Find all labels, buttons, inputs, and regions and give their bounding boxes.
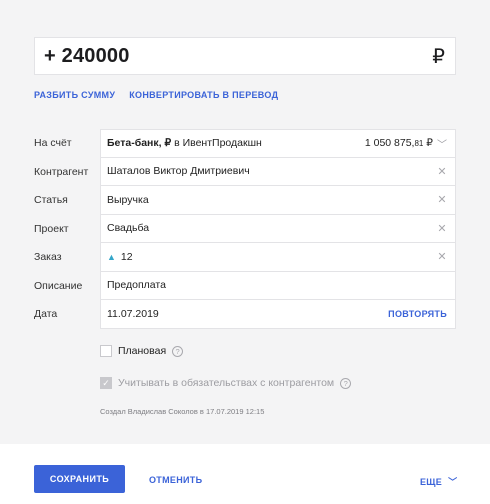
counterparty-field[interactable]: Шаталов Виктор Дмитриевич ✕ (100, 157, 456, 186)
counterparty-row: Контрагент Шаталов Виктор Дмитриевич ✕ (34, 157, 456, 186)
account-row: На счёт Бета-банк, ₽ в ИвентПродакшн 1 0… (34, 129, 456, 158)
cancel-link[interactable]: ОТМЕНИТЬ (149, 475, 202, 485)
date-input[interactable]: 11.07.2019 ПОВТОРЯТЬ (100, 300, 456, 329)
description-row: Описание Предоплата (34, 271, 456, 300)
article-field[interactable]: Выручка ✕ (100, 186, 456, 215)
date-row: Дата 11.07.2019 ПОВТОРЯТЬ (34, 300, 456, 329)
obligations-checkbox[interactable]: ✓ (100, 377, 112, 389)
help-icon[interactable]: ? (340, 377, 352, 389)
article-label: Статья (34, 194, 68, 207)
account-org: в ИвентПродакшн (171, 137, 262, 150)
project-label: Проект (34, 222, 69, 235)
help-icon[interactable]: ? (172, 345, 184, 357)
ruble-icon: ₽ (432, 45, 445, 68)
close-icon[interactable]: ✕ (437, 250, 447, 263)
account-bank: Бета-банк, ₽ (107, 137, 172, 150)
description-input[interactable]: Предоплата (100, 271, 456, 300)
chevron-down-icon: ﹀ (448, 477, 458, 487)
article-row: Статья Выручка ✕ (34, 186, 456, 215)
order-value: 12 (120, 250, 133, 263)
more-menu[interactable]: ЕЩЕ ﹀ (420, 475, 457, 488)
obligations-label: Учитывать в обязательствах с контрагенто… (118, 377, 335, 389)
account-label: На счёт (34, 137, 72, 150)
order-label: Заказ (34, 251, 62, 264)
date-label: Дата (34, 308, 58, 321)
amount-input[interactable]: + 240000 ₽ (34, 37, 456, 75)
order-triangle-icon: ▲ (107, 251, 116, 262)
created-by-text: Создал Владислав Соколов в 17.07.2019 12… (100, 407, 265, 416)
account-select[interactable]: Бета-банк, ₽ в ИвентПродакшн 1 050 875,8… (100, 129, 456, 158)
transaction-panel: + 240000 ₽ РАЗБИТЬ СУММУ КОНВЕРТИРОВАТЬ … (0, 0, 490, 444)
description-label: Описание (34, 279, 83, 292)
account-balance: 1 050 875,81 ₽ (364, 137, 433, 150)
project-field[interactable]: Свадьба ✕ (100, 214, 456, 243)
planned-label: Плановая (118, 345, 167, 357)
account-value: Бета-банк, ₽ в ИвентПродакшн (107, 137, 365, 149)
close-icon[interactable]: ✕ (437, 193, 447, 206)
order-field[interactable]: ▲ 12 ✕ (100, 243, 456, 272)
project-row: Проект Свадьба ✕ (34, 214, 456, 243)
amount-value: + 240000 (44, 44, 130, 67)
project-value: Свадьба (107, 222, 150, 235)
repeat-link[interactable]: ПОВТОРЯТЬ (388, 309, 447, 319)
amount-actions: РАЗБИТЬ СУММУ КОНВЕРТИРОВАТЬ В ПЕРЕВОД (34, 90, 278, 100)
planned-checkbox[interactable] (100, 345, 112, 357)
planned-option[interactable]: Плановая ? (100, 345, 184, 357)
save-button[interactable]: СОХРАНИТЬ (34, 465, 125, 493)
footer-bar: СОХРАНИТЬ ОТМЕНИТЬ ЕЩЕ ﹀ (0, 444, 490, 504)
obligations-option[interactable]: ✓ Учитывать в обязательствах с контраген… (100, 377, 352, 389)
counterparty-value: Шаталов Виктор Дмитриевич (107, 165, 250, 178)
counterparty-label: Контрагент (34, 165, 89, 178)
convert-to-transfer-link[interactable]: КОНВЕРТИРОВАТЬ В ПЕРЕВОД (129, 90, 278, 100)
transaction-form: На счёт Бета-банк, ₽ в ИвентПродакшн 1 0… (34, 129, 456, 329)
chevron-down-icon[interactable]: ﹀ (437, 136, 447, 151)
close-icon[interactable]: ✕ (437, 165, 447, 178)
split-amount-link[interactable]: РАЗБИТЬ СУММУ (34, 90, 115, 100)
article-value: Выручка (107, 193, 149, 206)
order-row: Заказ ▲ 12 ✕ (34, 243, 456, 272)
close-icon[interactable]: ✕ (437, 222, 447, 235)
date-value: 11.07.2019 (107, 307, 159, 320)
more-label: ЕЩЕ (420, 476, 443, 487)
description-value: Предоплата (107, 279, 166, 292)
